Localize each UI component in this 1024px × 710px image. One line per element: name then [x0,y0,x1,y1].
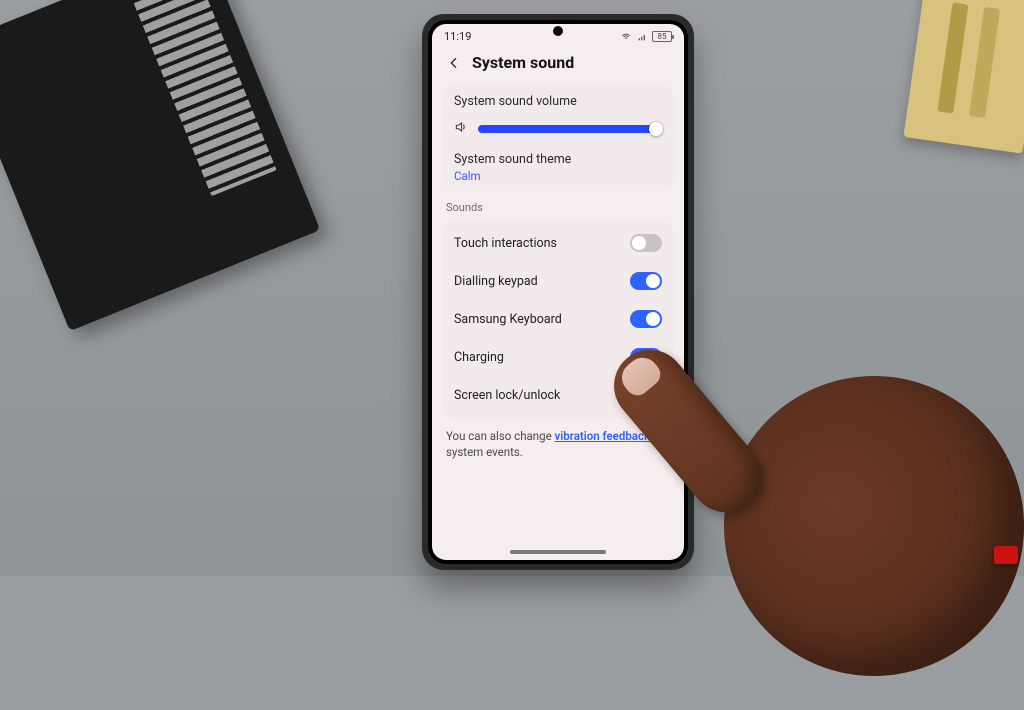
phone-bezel: 11:19 85 System sound Syste [428,20,688,564]
home-handle[interactable] [510,550,606,554]
slider-thumb[interactable] [649,122,663,136]
theme-label: System sound theme [454,152,662,167]
status-right-cluster: 85 [620,31,672,42]
battery-icon: 85 [652,31,672,42]
toggle-switch[interactable] [630,272,662,290]
theme-row[interactable]: System sound theme Calm [454,152,662,183]
row-label: Screen lock/unlock [454,388,560,403]
footer-note: You can also change vibration feedback f… [446,428,670,460]
row-label: Touch interactions [454,236,557,251]
toggle-row-touch-interactions[interactable]: Touch interactions [442,224,674,262]
speaker-icon [454,119,468,138]
watermark [994,546,1018,564]
volume-slider[interactable] [478,120,662,138]
phone-device: 11:19 85 System sound Syste [422,14,694,570]
footer-pre: You can also change [446,429,555,443]
phone-screen: 11:19 85 System sound Syste [432,24,684,560]
toggle-row-charging[interactable]: Charging [442,338,674,376]
header: System sound [432,45,684,82]
toggle-row-dialling-keypad[interactable]: Dialling keypad [442,262,674,300]
wifi-icon [620,32,632,42]
toggle-switch[interactable] [630,348,662,366]
row-label: Charging [454,350,504,365]
row-label: Samsung Keyboard [454,312,562,327]
slider-fill [478,125,656,133]
toggle-row-screen-lock[interactable]: Screen lock/unlock [442,376,674,414]
section-label-sounds: Sounds [446,201,670,214]
toggle-switch[interactable] [630,234,662,252]
volume-panel: System sound volume System sound theme C… [442,84,674,191]
toggle-list: Touch interactions Dialling keypad Samsu… [442,220,674,418]
signal-icon [636,32,648,42]
back-button[interactable] [446,55,462,71]
toggle-switch[interactable] [630,386,662,404]
toggle-switch[interactable] [630,310,662,328]
row-label: Dialling keypad [454,274,538,289]
vibration-feedback-link[interactable]: vibration feedback [555,429,651,443]
volume-label: System sound volume [454,94,662,109]
front-camera-hole [553,26,563,36]
theme-value: Calm [454,169,662,183]
wooden-prop [903,0,1024,154]
toggle-row-samsung-keyboard[interactable]: Samsung Keyboard [442,300,674,338]
page-title: System sound [472,53,574,72]
status-time: 11:19 [444,30,471,43]
volume-slider-row [454,119,662,138]
